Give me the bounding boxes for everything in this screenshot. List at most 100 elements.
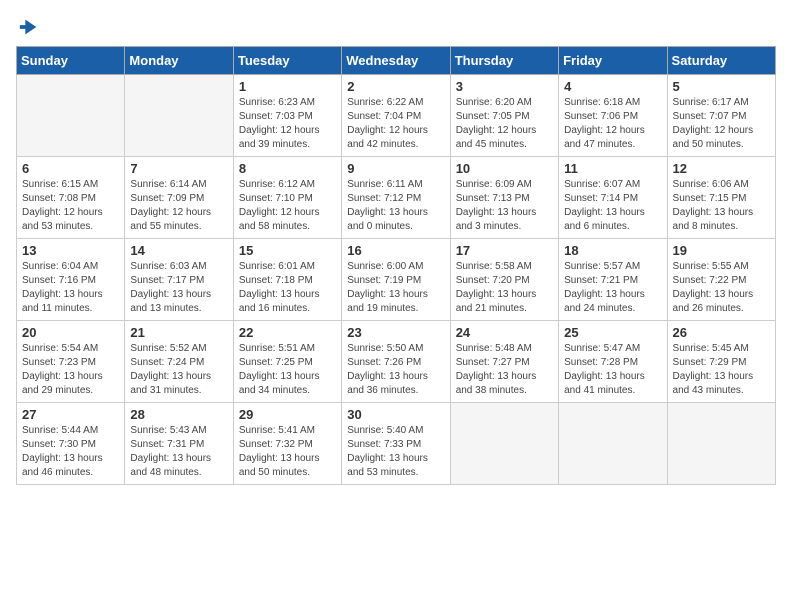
day-number: 18 — [564, 243, 661, 258]
weekday-header-monday: Monday — [125, 47, 233, 75]
calendar-table: SundayMondayTuesdayWednesdayThursdayFrid… — [16, 46, 776, 485]
day-detail: Sunrise: 5:55 AM Sunset: 7:22 PM Dayligh… — [673, 260, 770, 316]
day-number: 7 — [130, 161, 227, 176]
page-header — [16, 16, 776, 34]
day-number: 24 — [456, 325, 553, 340]
calendar-cell: 19 Sunrise: 5:55 AM Sunset: 7:22 PM Dayli… — [667, 239, 775, 321]
day-detail: Sunrise: 6:15 AM Sunset: 7:08 PM Dayligh… — [22, 178, 119, 234]
calendar-cell: 2 Sunrise: 6:22 AM Sunset: 7:04 PM Daylig… — [342, 75, 450, 157]
day-detail: Sunrise: 5:52 AM Sunset: 7:24 PM Dayligh… — [130, 342, 227, 398]
calendar-cell: 7 Sunrise: 6:14 AM Sunset: 7:09 PM Daylig… — [125, 157, 233, 239]
weekday-header-wednesday: Wednesday — [342, 47, 450, 75]
calendar-week-row: 1 Sunrise: 6:23 AM Sunset: 7:03 PM Daylig… — [17, 75, 776, 157]
day-number: 23 — [347, 325, 444, 340]
calendar-cell: 15Sunrise: 6:01 AM Sunset: 7:18 PM Dayli… — [233, 239, 341, 321]
calendar-cell — [559, 403, 667, 485]
calendar-cell: 11Sunrise: 6:07 AM Sunset: 7:14 PM Dayli… — [559, 157, 667, 239]
calendar-cell: 29 Sunrise: 5:41 AM Sunset: 7:32 PM Dayli… — [233, 403, 341, 485]
calendar-cell — [450, 403, 558, 485]
day-detail: Sunrise: 6:00 AM Sunset: 7:19 PM Dayligh… — [347, 260, 444, 316]
weekday-header-tuesday: Tuesday — [233, 47, 341, 75]
calendar-cell: 6 Sunrise: 6:15 AM Sunset: 7:08 PM Daylig… — [17, 157, 125, 239]
day-number: 2 — [347, 79, 444, 94]
logo — [16, 16, 40, 34]
day-number: 6 — [22, 161, 119, 176]
calendar-week-row: 27 Sunrise: 5:44 AM Sunset: 7:30 PM Dayli… — [17, 403, 776, 485]
calendar-cell: 25 Sunrise: 5:47 AM Sunset: 7:28 PM Dayli… — [559, 321, 667, 403]
day-number: 25 — [564, 325, 661, 340]
calendar-cell: 12 Sunrise: 6:06 AM Sunset: 7:15 PM Dayli… — [667, 157, 775, 239]
calendar-cell: 8Sunrise: 6:12 AM Sunset: 7:10 PM Daylig… — [233, 157, 341, 239]
day-detail: Sunrise: 6:04 AM Sunset: 7:16 PM Dayligh… — [22, 260, 119, 316]
calendar-cell — [667, 403, 775, 485]
day-detail: Sunrise: 5:44 AM Sunset: 7:30 PM Dayligh… — [22, 424, 119, 480]
calendar-cell: 24Sunrise: 5:48 AM Sunset: 7:27 PM Dayli… — [450, 321, 558, 403]
calendar-cell: 20 Sunrise: 5:54 AM Sunset: 7:23 PM Dayli… — [17, 321, 125, 403]
day-number: 11 — [564, 161, 661, 176]
day-number: 26 — [673, 325, 770, 340]
day-number: 4 — [564, 79, 661, 94]
calendar-cell: 17 Sunrise: 5:58 AM Sunset: 7:20 PM Dayli… — [450, 239, 558, 321]
day-detail: Sunrise: 5:54 AM Sunset: 7:23 PM Dayligh… — [22, 342, 119, 398]
day-number: 14 — [130, 243, 227, 258]
day-number: 29 — [239, 407, 336, 422]
day-detail: Sunrise: 5:41 AM Sunset: 7:32 PM Dayligh… — [239, 424, 336, 480]
day-number: 20 — [22, 325, 119, 340]
day-number: 12 — [673, 161, 770, 176]
day-number: 27 — [22, 407, 119, 422]
calendar-cell: 4 Sunrise: 6:18 AM Sunset: 7:06 PM Daylig… — [559, 75, 667, 157]
calendar-cell: 18 Sunrise: 5:57 AM Sunset: 7:21 PM Dayli… — [559, 239, 667, 321]
calendar-cell: 3 Sunrise: 6:20 AM Sunset: 7:05 PM Daylig… — [450, 75, 558, 157]
day-number: 22 — [239, 325, 336, 340]
calendar-cell: 21 Sunrise: 5:52 AM Sunset: 7:24 PM Dayli… — [125, 321, 233, 403]
day-detail: Sunrise: 6:18 AM Sunset: 7:06 PM Dayligh… — [564, 96, 661, 152]
day-number: 3 — [456, 79, 553, 94]
day-detail: Sunrise: 6:14 AM Sunset: 7:09 PM Dayligh… — [130, 178, 227, 234]
day-detail: Sunrise: 6:06 AM Sunset: 7:15 PM Dayligh… — [673, 178, 770, 234]
day-detail: Sunrise: 6:01 AM Sunset: 7:18 PM Dayligh… — [239, 260, 336, 316]
calendar-cell: 9 Sunrise: 6:11 AM Sunset: 7:12 PM Daylig… — [342, 157, 450, 239]
day-detail: Sunrise: 5:45 AM Sunset: 7:29 PM Dayligh… — [673, 342, 770, 398]
weekday-header-friday: Friday — [559, 47, 667, 75]
day-number: 17 — [456, 243, 553, 258]
weekday-header-sunday: Sunday — [17, 47, 125, 75]
calendar-cell: 27 Sunrise: 5:44 AM Sunset: 7:30 PM Dayli… — [17, 403, 125, 485]
day-number: 16 — [347, 243, 444, 258]
day-number: 8 — [239, 161, 336, 176]
calendar-cell: 26 Sunrise: 5:45 AM Sunset: 7:29 PM Dayli… — [667, 321, 775, 403]
calendar-week-row: 13 Sunrise: 6:04 AM Sunset: 7:16 PM Dayli… — [17, 239, 776, 321]
day-detail: Sunrise: 6:20 AM Sunset: 7:05 PM Dayligh… — [456, 96, 553, 152]
day-detail: Sunrise: 5:47 AM Sunset: 7:28 PM Dayligh… — [564, 342, 661, 398]
day-detail: Sunrise: 6:23 AM Sunset: 7:03 PM Dayligh… — [239, 96, 336, 152]
calendar-cell: 14 Sunrise: 6:03 AM Sunset: 7:17 PM Dayli… — [125, 239, 233, 321]
weekday-header-saturday: Saturday — [667, 47, 775, 75]
calendar-cell: 13 Sunrise: 6:04 AM Sunset: 7:16 PM Dayli… — [17, 239, 125, 321]
calendar-week-row: 6 Sunrise: 6:15 AM Sunset: 7:08 PM Daylig… — [17, 157, 776, 239]
calendar-cell: 16 Sunrise: 6:00 AM Sunset: 7:19 PM Dayli… — [342, 239, 450, 321]
day-number: 21 — [130, 325, 227, 340]
day-detail: Sunrise: 5:57 AM Sunset: 7:21 PM Dayligh… — [564, 260, 661, 316]
day-detail: Sunrise: 6:17 AM Sunset: 7:07 PM Dayligh… — [673, 96, 770, 152]
calendar-week-row: 20 Sunrise: 5:54 AM Sunset: 7:23 PM Dayli… — [17, 321, 776, 403]
day-number: 13 — [22, 243, 119, 258]
calendar-cell — [125, 75, 233, 157]
calendar-cell — [17, 75, 125, 157]
day-number: 19 — [673, 243, 770, 258]
day-number: 5 — [673, 79, 770, 94]
calendar-cell: 5 Sunrise: 6:17 AM Sunset: 7:07 PM Daylig… — [667, 75, 775, 157]
weekday-header-thursday: Thursday — [450, 47, 558, 75]
day-number: 9 — [347, 161, 444, 176]
day-detail: Sunrise: 6:22 AM Sunset: 7:04 PM Dayligh… — [347, 96, 444, 152]
day-detail: Sunrise: 5:51 AM Sunset: 7:25 PM Dayligh… — [239, 342, 336, 398]
weekday-header-row: SundayMondayTuesdayWednesdayThursdayFrid… — [17, 47, 776, 75]
day-detail: Sunrise: 6:11 AM Sunset: 7:12 PM Dayligh… — [347, 178, 444, 234]
day-detail: Sunrise: 6:03 AM Sunset: 7:17 PM Dayligh… — [130, 260, 227, 316]
day-detail: Sunrise: 5:43 AM Sunset: 7:31 PM Dayligh… — [130, 424, 227, 480]
day-detail: Sunrise: 6:09 AM Sunset: 7:13 PM Dayligh… — [456, 178, 553, 234]
day-detail: Sunrise: 5:50 AM Sunset: 7:26 PM Dayligh… — [347, 342, 444, 398]
day-detail: Sunrise: 5:58 AM Sunset: 7:20 PM Dayligh… — [456, 260, 553, 316]
day-number: 1 — [239, 79, 336, 94]
calendar-cell: 1 Sunrise: 6:23 AM Sunset: 7:03 PM Daylig… — [233, 75, 341, 157]
day-number: 28 — [130, 407, 227, 422]
day-number: 10 — [456, 161, 553, 176]
